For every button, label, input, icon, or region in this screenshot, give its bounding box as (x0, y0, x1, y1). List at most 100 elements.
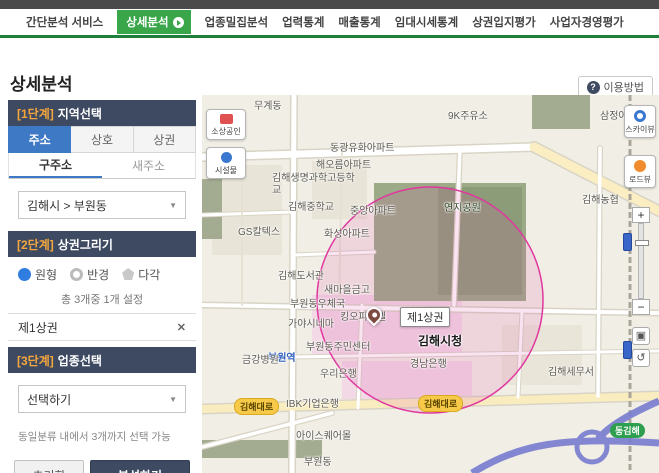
reset-button[interactable]: 초기화 (14, 460, 84, 473)
how-to-use-label: 이용방법 (604, 79, 644, 95)
zoom-slider-handle[interactable] (635, 240, 649, 246)
step2-tag: [2단계] (17, 236, 54, 253)
pin-dot (370, 311, 377, 318)
industry-select-note: 동일분류 내에서 3개까지 선택 가능 (8, 425, 196, 444)
mode-circle[interactable]: 원형 (18, 266, 57, 283)
nav-item-business-history-stats[interactable]: 업력통계 (282, 14, 324, 30)
map-place-label: 경남은행 (410, 355, 447, 370)
step3-title: 업종선택 (58, 352, 102, 369)
trade-area-map-label: 제1상권 (400, 307, 450, 327)
map-place-label: 부원동우체국 (290, 295, 345, 310)
map-place-label: 가야시네마 (288, 315, 334, 330)
chevron-down-icon: ▼ (169, 395, 177, 404)
facility-layer-button[interactable]: 시설물 (206, 147, 246, 179)
small-business-layer-button[interactable]: 소상공인 (206, 109, 246, 140)
step1-header: [1단계] 지역선택 (8, 100, 196, 126)
nav-item-label: 상세분석 (126, 14, 168, 30)
remove-area-button[interactable]: ✕ (177, 321, 186, 334)
map-place-label: 동광유화아파트 (330, 139, 394, 154)
question-icon: ? (587, 81, 600, 94)
map-place-label: 금강병원 (242, 351, 279, 366)
map-place-label: 새마을금고 (324, 281, 370, 296)
nav-item-simple-analysis[interactable]: 간단분석 서비스 (26, 14, 103, 30)
map[interactable]: 무계동 9K주유소 삼정아파트 동광유화아파트 해오름아파트 김해생명과학고등학… (202, 95, 659, 473)
mode-polygon-label: 다각 (138, 266, 160, 283)
store-icon (220, 114, 233, 124)
circle-mode-icon (18, 268, 31, 281)
tab-business-name[interactable]: 상호 (71, 126, 133, 153)
reset-view-button[interactable]: ↺ (632, 349, 650, 367)
roadview-button[interactable]: 로드뷰 (624, 155, 656, 188)
nav-item-management-evaluation[interactable]: 사업자경영평가 (550, 14, 624, 30)
chevron-down-icon: ▼ (169, 201, 177, 210)
facility-icon (221, 152, 232, 163)
nav-item-industry-density[interactable]: 업종밀집분석 (205, 14, 268, 30)
mode-radius[interactable]: 반경 (70, 266, 109, 283)
map-place-label: 김해생명과학고등학교 (272, 173, 358, 196)
address-type-subtabs: 구주소 새주소 (8, 153, 196, 179)
subtab-new-address[interactable]: 새주소 (102, 153, 195, 178)
map-place-label: 아이스퀘어몰 (296, 427, 351, 442)
nav-item-detailed-analysis[interactable]: 상세분석 (117, 10, 190, 34)
skyview-button[interactable]: 스카이뷰 (624, 105, 656, 138)
city-hall-label: 김해시청 (418, 332, 462, 349)
trade-area-name: 제1상권 (18, 319, 58, 336)
road-name-badge: 김해대로 (234, 398, 279, 415)
layer-button-label: 시설물 (207, 165, 245, 178)
roadview-icon (634, 160, 646, 172)
lrt-station-marker (623, 341, 632, 359)
mode-radius-label: 반경 (87, 266, 109, 283)
draw-mode-options: 원형 반경 다각 (8, 257, 196, 291)
map-place-label: 김해중학교 (288, 198, 334, 213)
map-place-label: 중앙아파트 (350, 202, 396, 217)
trade-area-list-item: 제1상권 ✕ (8, 313, 196, 341)
nav-item-rental-price-stats[interactable]: 임대시세통계 (395, 14, 458, 30)
area-count-text: 총 3개중 1개 설정 (8, 291, 196, 313)
industry-select[interactable]: 선택하기 ▼ (18, 385, 186, 413)
map-place-label: 부원동 (304, 453, 332, 468)
mode-polygon[interactable]: 다각 (122, 266, 160, 283)
mode-circle-label: 원형 (35, 266, 57, 283)
main-nav: 간단분석 서비스 상세분석 업종밀집분석 업력통계 매출통계 임대시세통계 상권… (0, 9, 659, 38)
map-place-label: 우리은행 (320, 365, 357, 380)
region-select[interactable]: 김해시 > 부원동 ▼ (18, 191, 186, 219)
skyview-label: 스카이뷰 (625, 124, 655, 137)
step2-title: 상권그리기 (58, 236, 113, 253)
subtab-old-address[interactable]: 구주소 (9, 153, 102, 178)
analyze-button[interactable]: 분석하기 (90, 460, 190, 473)
zoom-out-button[interactable]: − (632, 299, 650, 315)
map-place-label: 화성아파트 (324, 225, 370, 240)
fullscreen-button[interactable]: ▣ (632, 327, 650, 345)
nav-item-location-evaluation[interactable]: 상권입지평가 (472, 14, 535, 30)
step1-title: 지역선택 (58, 105, 102, 122)
map-place-label: IBK기업은행 (286, 395, 339, 410)
map-place-label: GS칼텍스 (238, 223, 280, 238)
map-place-label: 김해농협 (582, 191, 619, 206)
step2-header: [2단계] 상권그리기 (8, 231, 196, 257)
map-place-label: 해오름아파트 (316, 156, 371, 171)
action-buttons: 초기화 분석하기 (8, 460, 196, 473)
step3-header: [3단계] 업종선택 (8, 347, 196, 373)
region-select-value: 김해시 > 부원동 (27, 197, 107, 214)
active-tab-badge-icon (173, 17, 184, 28)
skyview-icon (634, 110, 646, 122)
zoom-in-button[interactable]: + (632, 207, 650, 223)
map-canvas (202, 95, 659, 473)
map-place-label: 부원동주민센터 (306, 338, 370, 353)
polygon-mode-icon (122, 268, 134, 280)
tab-address[interactable]: 주소 (8, 126, 71, 153)
radius-mode-icon (70, 268, 83, 281)
layer-button-label: 소상공인 (207, 126, 245, 139)
zoom-slider[interactable] (638, 223, 644, 299)
map-park-label: 연지공원 (444, 199, 481, 214)
region-select-tabs: 주소 상호 상권 (8, 126, 196, 153)
page-title: 상세분석 (10, 70, 73, 95)
nav-item-sales-stats[interactable]: 매출통계 (338, 14, 380, 30)
tab-trade-area[interactable]: 상권 (134, 126, 196, 153)
map-place-label: 김해도서관 (278, 267, 324, 282)
map-place-label: 무계동 (254, 97, 282, 112)
browser-top-strip (0, 0, 659, 9)
lrt-station-marker (623, 233, 632, 251)
zoom-control: + − (632, 207, 650, 315)
step1-tag: [1단계] (17, 105, 54, 122)
